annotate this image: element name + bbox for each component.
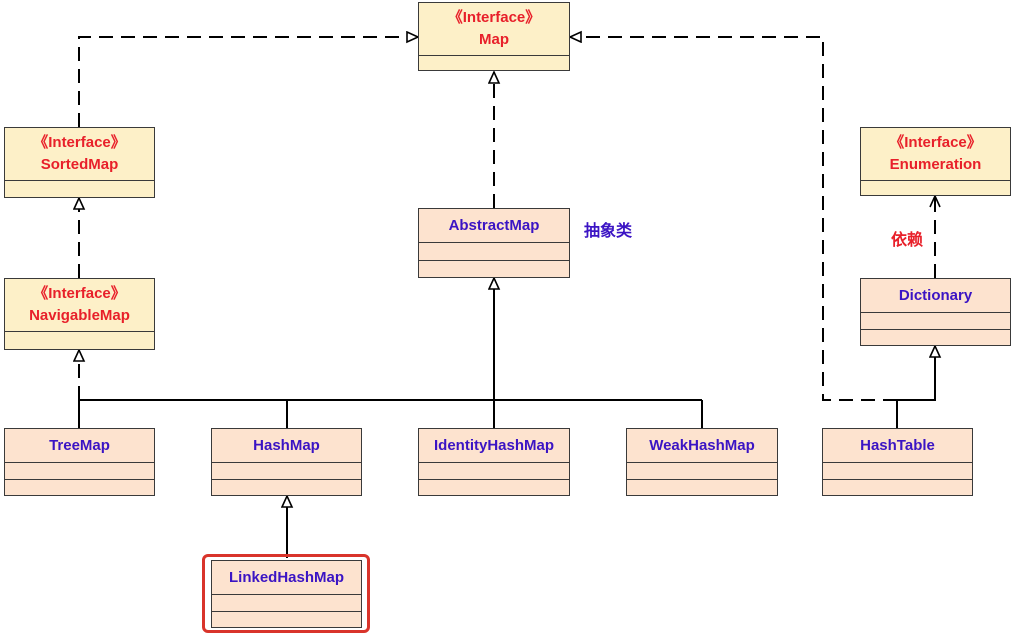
edge-sortedmap-map xyxy=(78,37,418,127)
attributes-section xyxy=(212,594,361,611)
class-treemap[interactable]: TreeMap xyxy=(4,428,155,496)
class-linkedhashmap[interactable]: LinkedHashMap xyxy=(211,560,362,628)
interface-name: Enumeration xyxy=(889,156,982,173)
class-name: 《Interface》 Enumeration xyxy=(861,128,1010,180)
methods-section xyxy=(823,478,972,496)
interface-navigablemap[interactable]: 《Interface》 NavigableMap xyxy=(4,278,155,350)
attributes-section xyxy=(419,55,569,70)
class-name: 《Interface》 Map xyxy=(419,3,569,55)
attributes-section xyxy=(419,242,569,260)
interface-name: Map xyxy=(479,31,509,48)
methods-section xyxy=(212,478,361,496)
class-name: TreeMap xyxy=(49,436,110,454)
class-name: HashMap xyxy=(253,436,320,454)
class-name: 《Interface》 NavigableMap xyxy=(5,279,154,331)
class-name: HashTable xyxy=(860,436,935,454)
class-identityhashmap[interactable]: IdentityHashMap xyxy=(418,428,570,496)
class-dictionary[interactable]: Dictionary xyxy=(860,278,1011,346)
stereotype-label: 《Interface》 xyxy=(447,9,541,26)
attributes-section xyxy=(627,462,777,479)
class-name: LinkedHashMap xyxy=(228,568,345,586)
attributes-section xyxy=(5,331,154,349)
attributes-section xyxy=(5,180,154,197)
class-weakhashmap[interactable]: WeakHashMap xyxy=(626,428,778,496)
class-name: AbstractMap xyxy=(448,216,540,234)
interface-name: NavigableMap xyxy=(29,307,130,324)
class-hashtable[interactable]: HashTable xyxy=(822,428,973,496)
attributes-section xyxy=(212,462,361,479)
attributes-section xyxy=(861,180,1010,195)
methods-section xyxy=(627,478,777,496)
methods-section xyxy=(212,610,361,628)
methods-section xyxy=(5,478,154,496)
class-abstractmap[interactable]: AbstractMap xyxy=(418,208,570,278)
interface-map[interactable]: 《Interface》 Map xyxy=(418,2,570,71)
stereotype-label: 《Interface》 xyxy=(33,134,126,151)
interface-name: SortedMap xyxy=(40,156,119,173)
class-hashmap[interactable]: HashMap xyxy=(211,428,362,496)
dependency-annotation: 依赖 xyxy=(891,230,924,249)
attributes-section xyxy=(419,462,569,479)
methods-section xyxy=(861,328,1010,346)
class-name: Dictionary xyxy=(898,286,973,304)
methods-section xyxy=(419,259,569,278)
methods-section xyxy=(419,478,569,496)
attributes-section xyxy=(5,462,154,479)
interface-sortedmap[interactable]: 《Interface》 SortedMap xyxy=(4,127,155,198)
class-name: IdentityHashMap xyxy=(433,436,554,454)
abstract-class-annotation: 抽象类 xyxy=(584,221,633,240)
stereotype-label: 《Interface》 xyxy=(33,285,126,302)
attributes-section xyxy=(861,312,1010,329)
attributes-section xyxy=(823,462,972,479)
class-name: WeakHashMap xyxy=(649,436,755,454)
edge-hashtable-dictionary xyxy=(896,346,935,428)
stereotype-label: 《Interface》 xyxy=(889,134,982,151)
interface-enumeration[interactable]: 《Interface》 Enumeration xyxy=(860,127,1011,196)
class-name: 《Interface》 SortedMap xyxy=(5,128,154,180)
